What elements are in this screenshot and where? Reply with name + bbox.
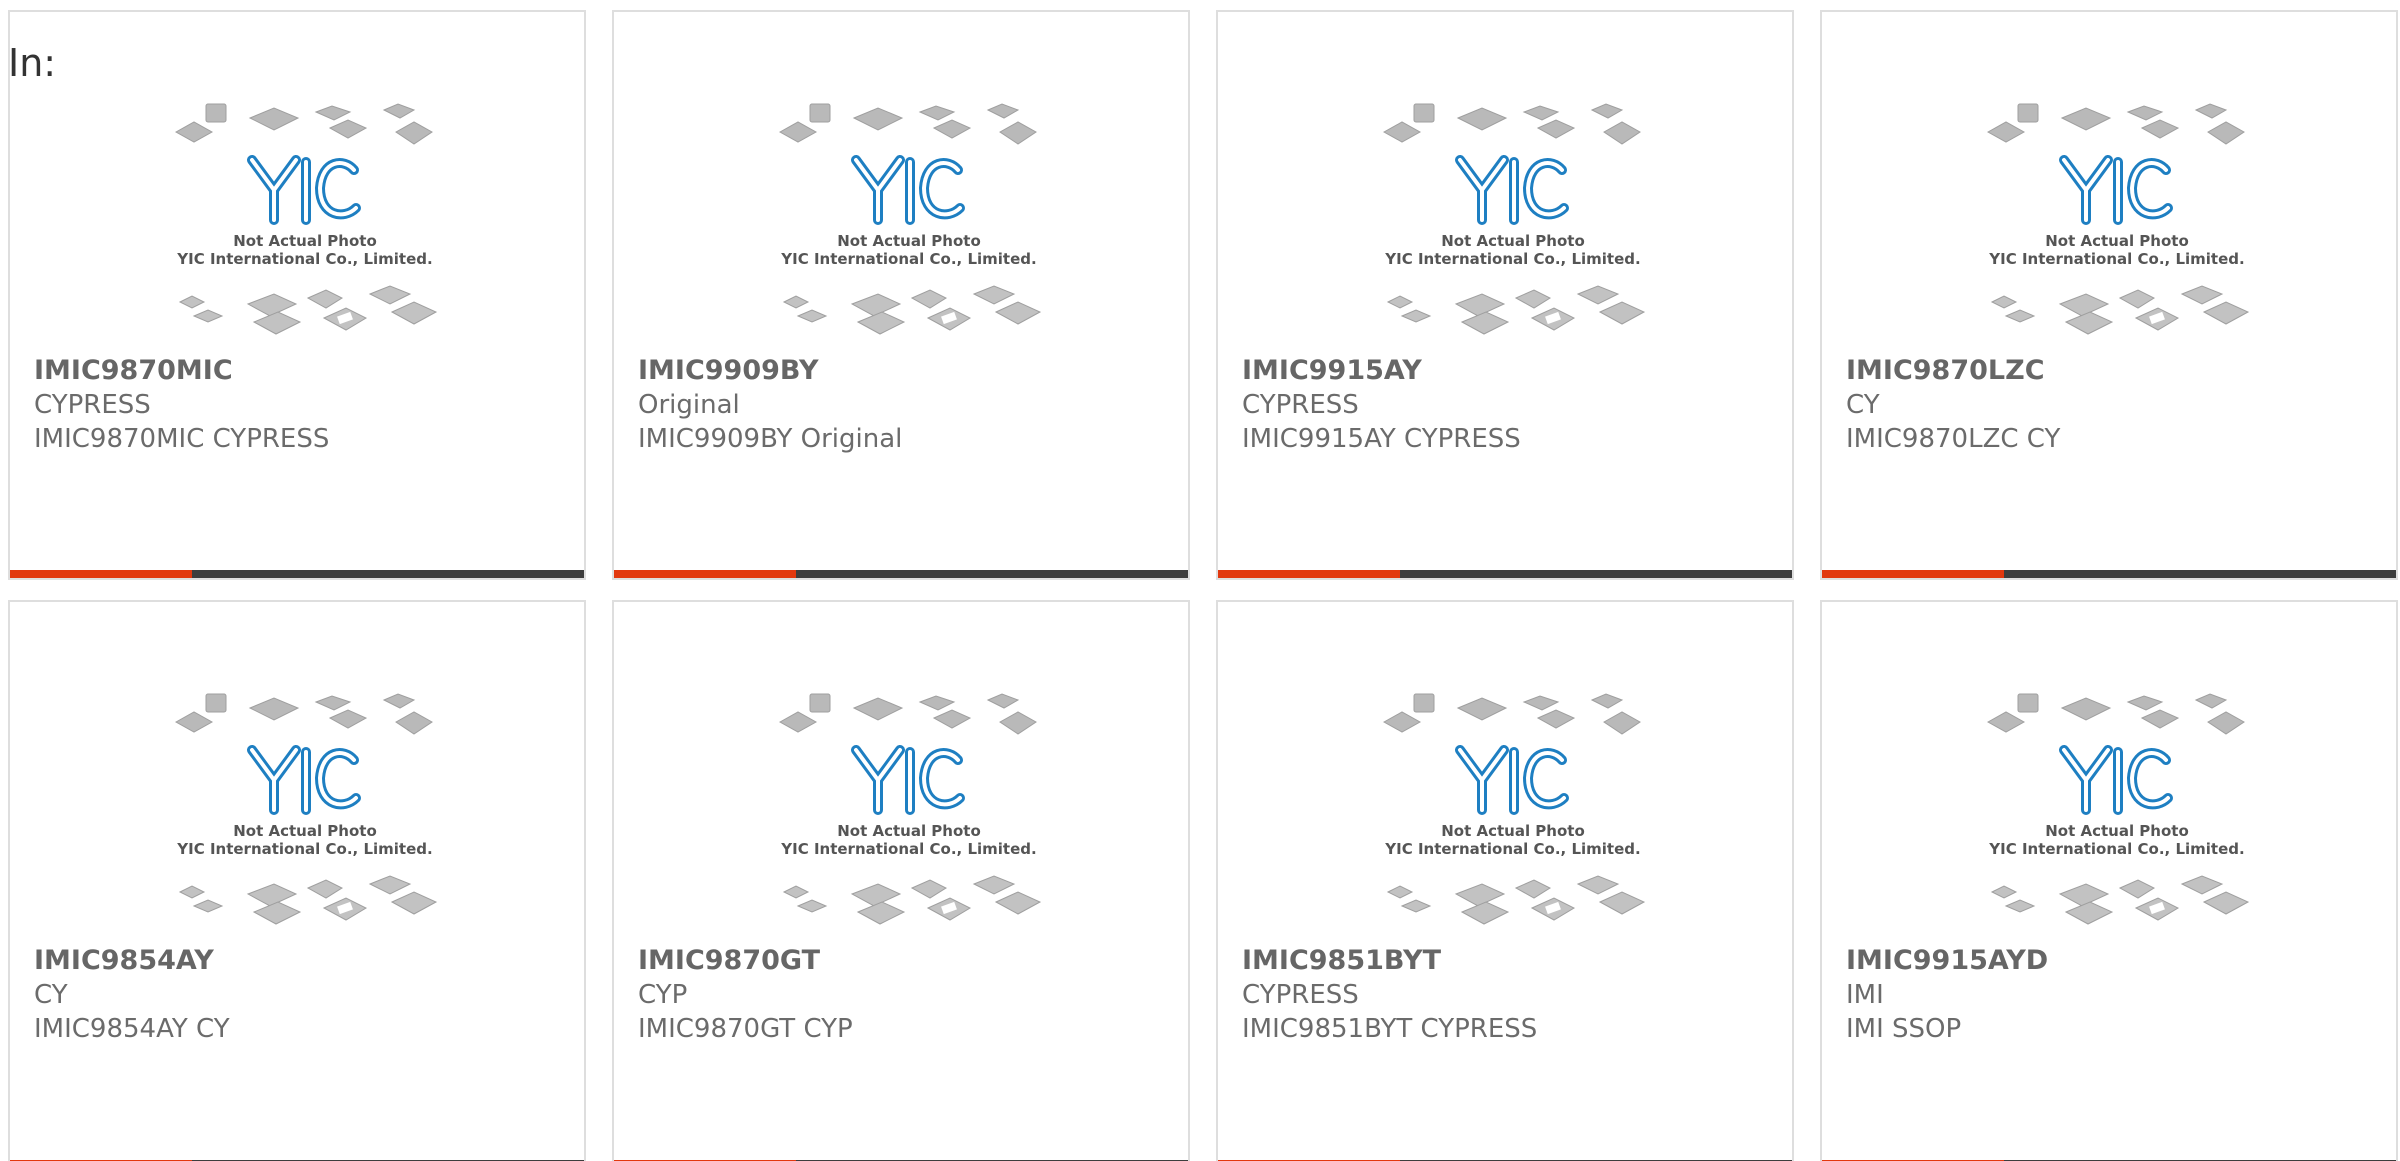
watermark-line2: YIC International Co., Limited. — [1988, 250, 2244, 268]
watermark-line1: Not Actual Photo — [2045, 232, 2189, 250]
watermark-line1: Not Actual Photo — [2045, 822, 2189, 840]
product-card[interactable]: Not Actual Photo YIC International Co., … — [1216, 10, 1794, 580]
product-info: IMIC9870MIC CYPRESS IMIC9870MIC CYPRESS — [34, 354, 570, 456]
manufacturer: Original — [638, 390, 740, 420]
card-bar — [614, 570, 1188, 578]
part-number[interactable]: IMIC9870MIC — [34, 354, 570, 388]
product-description: IMIC9870LZC CY — [1846, 424, 2061, 454]
manufacturer: CYPRESS — [34, 390, 151, 420]
product-card[interactable]: Not Actual Photo YIC International Co., … — [8, 10, 586, 580]
manufacturer: IMI — [1846, 980, 1884, 1010]
card-bar-accent — [1218, 570, 1400, 578]
manufacturer: CYPRESS — [1242, 390, 1359, 420]
product-info: IMIC9851BYT CYPRESS IMIC9851BYT CYPRESS — [1242, 944, 1778, 1046]
page: In: Not Actual Photo YIC International C… — [0, 0, 2400, 1161]
part-number[interactable]: IMIC9851BYT — [1242, 944, 1778, 978]
product-description: IMIC9909BY Original — [638, 424, 903, 454]
part-number[interactable]: IMIC9870LZC — [1846, 354, 2382, 388]
product-image[interactable]: Not Actual Photo YIC International Co., … — [170, 688, 440, 934]
product-info: IMIC9915AYD IMI IMI SSOP — [1846, 944, 2382, 1046]
product-info: IMIC9870GT CYP IMIC9870GT CYP — [638, 944, 1174, 1046]
product-grid: Not Actual Photo YIC International Co., … — [8, 10, 2398, 1161]
product-description: IMIC9870GT CYP — [638, 1014, 853, 1044]
watermark-line2: YIC International Co., Limited. — [1384, 250, 1640, 268]
part-number[interactable]: IMIC9870GT — [638, 944, 1174, 978]
product-description: IMIC9851BYT CYPRESS — [1242, 1014, 1538, 1044]
watermark-line1: Not Actual Photo — [233, 822, 377, 840]
card-bar-accent — [614, 570, 796, 578]
product-card[interactable]: Not Actual Photo YIC International Co., … — [8, 600, 586, 1161]
product-image[interactable]: Not Actual Photo YIC International Co., … — [1378, 98, 1648, 344]
product-image[interactable]: Not Actual Photo YIC International Co., … — [1982, 688, 2252, 934]
card-bar — [10, 570, 584, 578]
product-info: IMIC9909BY Original IMIC9909BY Original — [638, 354, 1174, 456]
watermark-line1: Not Actual Photo — [233, 232, 377, 250]
watermark-line2: YIC International Co., Limited. — [780, 840, 1036, 858]
part-number[interactable]: IMIC9854AY — [34, 944, 570, 978]
watermark-line1: Not Actual Photo — [837, 822, 981, 840]
product-card[interactable]: Not Actual Photo YIC International Co., … — [612, 600, 1190, 1161]
product-card[interactable]: Not Actual Photo YIC International Co., … — [1820, 10, 2398, 580]
product-card[interactable]: Not Actual Photo YIC International Co., … — [1820, 600, 2398, 1161]
part-number[interactable]: IMIC9915AY — [1242, 354, 1778, 388]
manufacturer: CYPRESS — [1242, 980, 1359, 1010]
part-number[interactable]: IMIC9915AYD — [1846, 944, 2382, 978]
card-bar — [1822, 570, 2396, 578]
product-image[interactable]: Not Actual Photo YIC International Co., … — [1378, 688, 1648, 934]
watermark-line1: Not Actual Photo — [1441, 822, 1585, 840]
product-image[interactable]: Not Actual Photo YIC International Co., … — [774, 688, 1044, 934]
watermark-line2: YIC International Co., Limited. — [176, 250, 432, 268]
product-card[interactable]: Not Actual Photo YIC International Co., … — [612, 10, 1190, 580]
product-description: IMIC9854AY CY — [34, 1014, 230, 1044]
watermark-line2: YIC International Co., Limited. — [1384, 840, 1640, 858]
product-description: IMIC9870MIC CYPRESS — [34, 424, 330, 454]
watermark-line1: Not Actual Photo — [1441, 232, 1585, 250]
watermark-line1: Not Actual Photo — [837, 232, 981, 250]
card-bar-accent — [1822, 570, 2004, 578]
product-info: IMIC9915AY CYPRESS IMIC9915AY CYPRESS — [1242, 354, 1778, 456]
product-image[interactable]: Not Actual Photo YIC International Co., … — [1982, 98, 2252, 344]
product-description: IMI SSOP — [1846, 1014, 1962, 1044]
product-info: IMIC9854AY CY IMIC9854AY CY — [34, 944, 570, 1046]
card-bar — [1218, 570, 1792, 578]
watermark-line2: YIC International Co., Limited. — [176, 840, 432, 858]
product-image[interactable]: Not Actual Photo YIC International Co., … — [774, 98, 1044, 344]
product-description: IMIC9915AY CYPRESS — [1242, 424, 1521, 454]
manufacturer: CY — [34, 980, 68, 1010]
product-card[interactable]: Not Actual Photo YIC International Co., … — [1216, 600, 1794, 1161]
part-number[interactable]: IMIC9909BY — [638, 354, 1174, 388]
card-bar-accent — [10, 570, 192, 578]
section-heading: In: — [8, 41, 57, 85]
manufacturer: CYP — [638, 980, 688, 1010]
manufacturer: CY — [1846, 390, 1880, 420]
watermark-line2: YIC International Co., Limited. — [1988, 840, 2244, 858]
watermark-line2: YIC International Co., Limited. — [780, 250, 1036, 268]
product-image[interactable]: Not Actual Photo YIC International Co., … — [170, 98, 440, 344]
product-info: IMIC9870LZC CY IMIC9870LZC CY — [1846, 354, 2382, 456]
